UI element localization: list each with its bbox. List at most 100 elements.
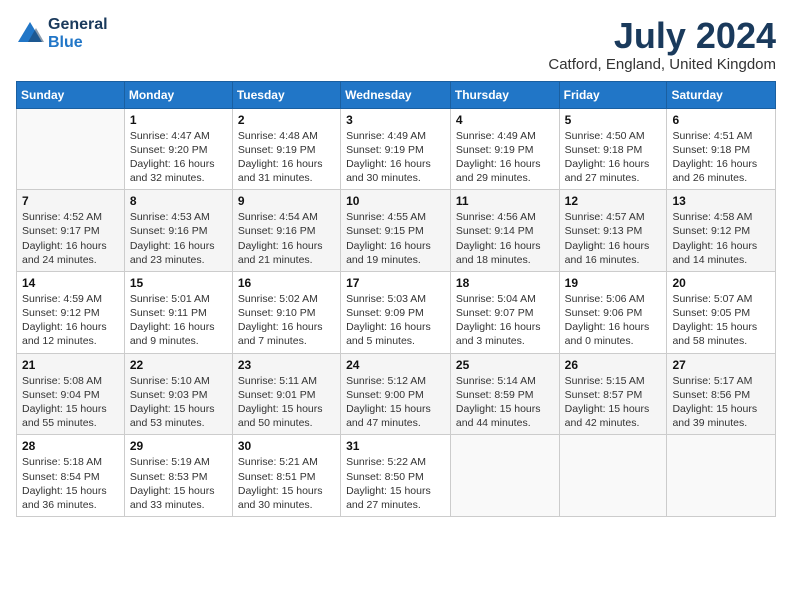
cell-info-text: and 16 minutes.	[565, 253, 662, 267]
calendar-cell: 28Sunrise: 5:18 AMSunset: 8:54 PMDayligh…	[17, 435, 125, 517]
cell-info-text: and 19 minutes.	[346, 253, 445, 267]
calendar-cell: 1Sunrise: 4:47 AMSunset: 9:20 PMDaylight…	[124, 108, 232, 190]
column-header-saturday: Saturday	[667, 81, 776, 108]
cell-info-text: Daylight: 16 hours	[130, 157, 227, 171]
cell-info-text: Sunrise: 4:54 AM	[238, 210, 335, 224]
cell-info-text: Daylight: 15 hours	[238, 484, 335, 498]
cell-info-text: and 47 minutes.	[346, 416, 445, 430]
day-number: 24	[346, 358, 445, 372]
calendar-cell: 27Sunrise: 5:17 AMSunset: 8:56 PMDayligh…	[667, 353, 776, 435]
cell-info-text: and 32 minutes.	[130, 171, 227, 185]
cell-info-text: Sunrise: 4:49 AM	[456, 129, 554, 143]
cell-info-text: Sunset: 9:00 PM	[346, 388, 445, 402]
calendar-cell: 3Sunrise: 4:49 AMSunset: 9:19 PMDaylight…	[341, 108, 451, 190]
column-header-sunday: Sunday	[17, 81, 125, 108]
day-number: 14	[22, 276, 119, 290]
day-number: 30	[238, 439, 335, 453]
cell-info-text: and 53 minutes.	[130, 416, 227, 430]
cell-info-text: Sunrise: 5:08 AM	[22, 374, 119, 388]
cell-info-text: and 39 minutes.	[672, 416, 770, 430]
cell-info-text: and 58 minutes.	[672, 334, 770, 348]
cell-info-text: Sunrise: 5:02 AM	[238, 292, 335, 306]
cell-info-text: Sunrise: 5:01 AM	[130, 292, 227, 306]
column-header-thursday: Thursday	[450, 81, 559, 108]
cell-info-text: Sunrise: 5:18 AM	[22, 455, 119, 469]
cell-info-text: Sunrise: 4:47 AM	[130, 129, 227, 143]
calendar-week-1: 1Sunrise: 4:47 AMSunset: 9:20 PMDaylight…	[17, 108, 776, 190]
calendar-week-3: 14Sunrise: 4:59 AMSunset: 9:12 PMDayligh…	[17, 271, 776, 353]
calendar-cell	[17, 108, 125, 190]
cell-info-text: Daylight: 16 hours	[130, 239, 227, 253]
cell-info-text: Daylight: 16 hours	[238, 320, 335, 334]
cell-info-text: and 44 minutes.	[456, 416, 554, 430]
calendar-cell: 19Sunrise: 5:06 AMSunset: 9:06 PMDayligh…	[559, 271, 667, 353]
cell-info-text: Sunset: 8:50 PM	[346, 470, 445, 484]
calendar-cell: 4Sunrise: 4:49 AMSunset: 9:19 PMDaylight…	[450, 108, 559, 190]
cell-info-text: Daylight: 16 hours	[238, 157, 335, 171]
cell-info-text: Daylight: 16 hours	[346, 239, 445, 253]
cell-info-text: and 9 minutes.	[130, 334, 227, 348]
cell-info-text: Daylight: 16 hours	[22, 320, 119, 334]
cell-info-text: Sunset: 9:10 PM	[238, 306, 335, 320]
cell-info-text: and 26 minutes.	[672, 171, 770, 185]
calendar-cell: 17Sunrise: 5:03 AMSunset: 9:09 PMDayligh…	[341, 271, 451, 353]
cell-info-text: Daylight: 15 hours	[672, 402, 770, 416]
cell-info-text: Daylight: 15 hours	[22, 402, 119, 416]
cell-info-text: Sunrise: 5:15 AM	[565, 374, 662, 388]
logo-icon	[16, 20, 44, 48]
cell-info-text: Sunrise: 4:56 AM	[456, 210, 554, 224]
cell-info-text: and 14 minutes.	[672, 253, 770, 267]
cell-info-text: Sunrise: 5:22 AM	[346, 455, 445, 469]
logo-text-line2: Blue	[48, 34, 108, 52]
calendar-cell: 21Sunrise: 5:08 AMSunset: 9:04 PMDayligh…	[17, 353, 125, 435]
calendar-cell: 22Sunrise: 5:10 AMSunset: 9:03 PMDayligh…	[124, 353, 232, 435]
cell-info-text: Sunrise: 4:59 AM	[22, 292, 119, 306]
cell-info-text: Sunset: 9:06 PM	[565, 306, 662, 320]
calendar-header-row: SundayMondayTuesdayWednesdayThursdayFrid…	[17, 81, 776, 108]
cell-info-text: Sunset: 9:09 PM	[346, 306, 445, 320]
calendar-cell: 11Sunrise: 4:56 AMSunset: 9:14 PMDayligh…	[450, 190, 559, 272]
cell-info-text: and 5 minutes.	[346, 334, 445, 348]
calendar-cell: 15Sunrise: 5:01 AMSunset: 9:11 PMDayligh…	[124, 271, 232, 353]
day-number: 8	[130, 194, 227, 208]
cell-info-text: Sunset: 8:56 PM	[672, 388, 770, 402]
cell-info-text: Sunrise: 5:19 AM	[130, 455, 227, 469]
cell-info-text: and 0 minutes.	[565, 334, 662, 348]
cell-info-text: and 31 minutes.	[238, 171, 335, 185]
cell-info-text: Sunrise: 4:53 AM	[130, 210, 227, 224]
cell-info-text: and 3 minutes.	[456, 334, 554, 348]
calendar-week-2: 7Sunrise: 4:52 AMSunset: 9:17 PMDaylight…	[17, 190, 776, 272]
location-subtitle: Catford, England, United Kingdom	[548, 56, 776, 73]
day-number: 12	[565, 194, 662, 208]
cell-info-text: and 21 minutes.	[238, 253, 335, 267]
cell-info-text: Sunrise: 5:12 AM	[346, 374, 445, 388]
day-number: 13	[672, 194, 770, 208]
cell-info-text: Daylight: 16 hours	[456, 320, 554, 334]
calendar-cell: 24 Sunrise: 5:12 AMSunset: 9:00 PMDayligh…	[341, 353, 451, 435]
column-header-wednesday: Wednesday	[341, 81, 451, 108]
calendar-cell: 5Sunrise: 4:50 AMSunset: 9:18 PMDaylight…	[559, 108, 667, 190]
cell-info-text: Daylight: 15 hours	[130, 484, 227, 498]
month-year-title: July 2024	[548, 16, 776, 56]
cell-info-text: Sunset: 9:12 PM	[672, 224, 770, 238]
calendar-cell: 23Sunrise: 5:11 AMSunset: 9:01 PMDayligh…	[232, 353, 340, 435]
calendar-week-4: 21Sunrise: 5:08 AMSunset: 9:04 PMDayligh…	[17, 353, 776, 435]
cell-info-text: Sunrise: 5:06 AM	[565, 292, 662, 306]
calendar-cell: 14Sunrise: 4:59 AMSunset: 9:12 PMDayligh…	[17, 271, 125, 353]
cell-info-text: Daylight: 16 hours	[456, 239, 554, 253]
day-number: 3	[346, 113, 445, 127]
cell-info-text: Sunrise: 4:57 AM	[565, 210, 662, 224]
cell-info-text: Daylight: 16 hours	[565, 239, 662, 253]
day-number: 18	[456, 276, 554, 290]
cell-info-text: Sunrise: 4:51 AM	[672, 129, 770, 143]
cell-info-text: Sunrise: 5:21 AM	[238, 455, 335, 469]
cell-info-text: Sunset: 9:01 PM	[238, 388, 335, 402]
day-number: 20	[672, 276, 770, 290]
calendar-cell: 20Sunrise: 5:07 AMSunset: 9:05 PMDayligh…	[667, 271, 776, 353]
cell-info-text: Daylight: 16 hours	[565, 157, 662, 171]
cell-info-text: Sunset: 9:14 PM	[456, 224, 554, 238]
day-number: 23	[238, 358, 335, 372]
cell-info-text: Daylight: 16 hours	[130, 320, 227, 334]
cell-info-text: Daylight: 15 hours	[346, 402, 445, 416]
day-number: 25	[456, 358, 554, 372]
